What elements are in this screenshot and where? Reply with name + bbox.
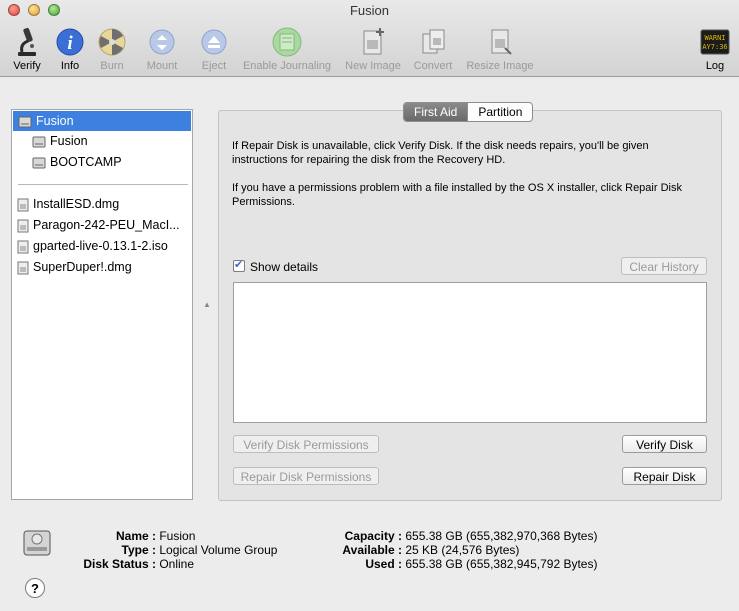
info-button[interactable]: i Info <box>52 26 88 74</box>
hard-drive-icon <box>18 116 32 128</box>
sidebar-item-image[interactable]: InstallESD.dmg <box>17 194 119 214</box>
window-toolbar: Fusion Verify i Info Burn Mount Eject En… <box>0 0 739 77</box>
sidebar-item-image[interactable]: SuperDuper!.dmg <box>17 257 132 277</box>
mount-icon <box>149 29 175 55</box>
disk-sidebar[interactable]: Fusion Fusion BOOTCAMP InstallESD.dmg Pa… <box>11 109 193 500</box>
verify-button[interactable]: Verify <box>8 26 46 74</box>
burn-icon <box>98 28 126 56</box>
hard-drive-icon <box>32 136 46 148</box>
microscope-icon <box>18 27 36 56</box>
sidebar-item-fusion-volume[interactable]: Fusion <box>32 131 88 151</box>
resize-image-icon <box>491 29 512 55</box>
disk-capacity-row: Capacity : 655.38 GB (655,382,970,368 By… <box>344 529 598 543</box>
disk-image-icon <box>17 198 29 212</box>
disk-image-icon <box>17 261 29 275</box>
show-details-label: Show details <box>250 260 319 274</box>
enable-journaling-button[interactable]: Enable Journaling <box>240 26 334 74</box>
info-icon: i <box>56 28 84 56</box>
resize-image-button[interactable]: Resize Image <box>464 26 536 74</box>
disk-available-row: Available : 25 KB (24,576 Bytes) <box>342 543 520 557</box>
svg-text:WARNI: WARNI <box>704 34 725 42</box>
window-title: Fusion <box>349 3 390 18</box>
details-log-area[interactable] <box>233 282 707 423</box>
eject-button[interactable]: Eject <box>196 26 232 74</box>
help-button[interactable]: ? <box>25 578 45 598</box>
tab-bar: First Aid Partition <box>403 102 534 122</box>
hard-drive-icon <box>32 157 46 169</box>
sidebar-item-image[interactable]: Paragon-242-PEU_MacI... <box>17 215 180 235</box>
disk-type-row: Type : Logical Volume Group <box>121 543 278 557</box>
disk-image-icon <box>17 240 29 254</box>
svg-text:AY7:36: AY7:36 <box>702 43 727 51</box>
repair-disk-button[interactable]: Repair Disk <box>622 467 707 485</box>
split-view-handle[interactable]: ▲ <box>203 300 211 309</box>
disk-status-row: Disk Status : Online <box>83 557 195 571</box>
sidebar-item-image[interactable]: gparted-live-0.13.1-2.iso <box>17 236 168 256</box>
disk-name-row: Name : Fusion <box>115 529 196 543</box>
permissions-instructions: If you have a permissions problem with a… <box>232 182 682 208</box>
clear-history-button[interactable]: Clear History <box>621 257 707 275</box>
log-icon: WARNI AY7:36 <box>700 29 730 55</box>
new-image-icon <box>363 28 384 55</box>
drive-large-icon <box>23 530 51 556</box>
svg-text:i: i <box>67 33 73 54</box>
tab-partition[interactable]: Partition <box>467 103 532 121</box>
new-image-button[interactable]: New Image <box>342 26 404 74</box>
journaling-icon <box>272 27 302 57</box>
convert-icon <box>422 29 445 54</box>
tab-first-aid[interactable]: First Aid <box>404 103 468 121</box>
show-details-checkbox[interactable] <box>233 258 245 272</box>
disk-used-row: Used : 655.38 GB (655,382,945,792 Bytes) <box>365 557 598 571</box>
verify-disk-button[interactable]: Verify Disk <box>622 435 707 453</box>
log-button[interactable]: WARNI AY7:36 Log <box>698 26 732 74</box>
eject-icon <box>201 29 227 55</box>
convert-button[interactable]: Convert <box>410 26 456 74</box>
mount-button[interactable]: Mount <box>142 26 182 74</box>
sidebar-divider <box>18 184 188 185</box>
burn-button[interactable]: Burn <box>94 26 130 74</box>
sidebar-item-bootcamp[interactable]: BOOTCAMP <box>32 152 122 172</box>
sidebar-item-fusion-device[interactable]: Fusion <box>13 111 191 131</box>
verify-disk-permissions-button[interactable]: Verify Disk Permissions <box>233 435 379 453</box>
first-aid-instructions: If Repair Disk is unavailable, click Ver… <box>232 140 649 166</box>
disk-image-icon <box>17 219 29 233</box>
repair-disk-permissions-button[interactable]: Repair Disk Permissions <box>233 467 379 485</box>
